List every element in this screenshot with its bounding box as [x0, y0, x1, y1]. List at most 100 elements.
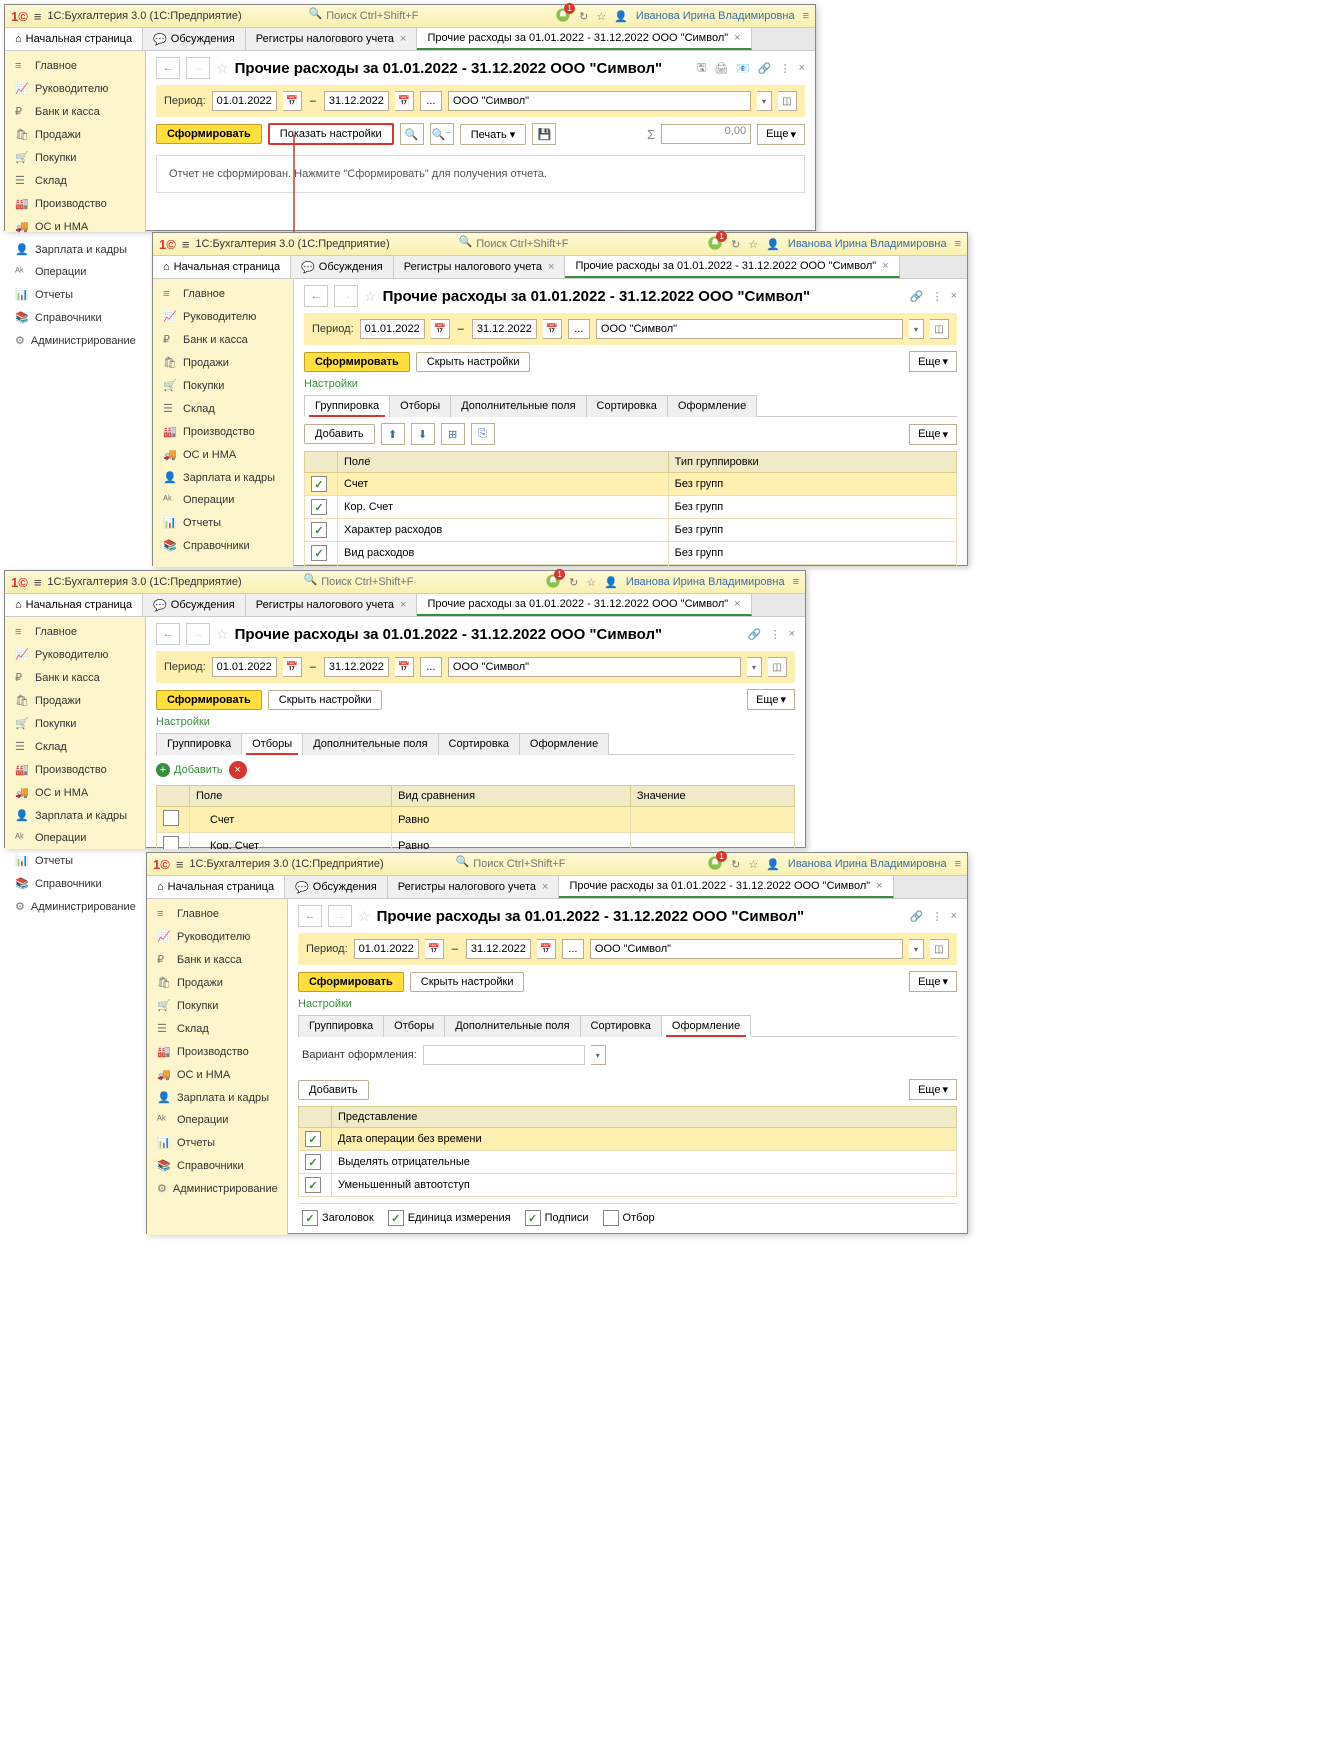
- tab-report[interactable]: Прочие расходы за 01.01.2022 - 31.12.202…: [417, 28, 751, 50]
- sidebar-item[interactable]: 👤Зарплата и кадры: [147, 1086, 287, 1109]
- sidebar-item[interactable]: 📈Руководителю: [153, 305, 293, 328]
- sidebar-item[interactable]: 🛍Продажи: [5, 689, 145, 712]
- sidebar-item[interactable]: 🏭Производство: [5, 758, 145, 781]
- sidebar-item[interactable]: ₽Банк и касса: [147, 948, 287, 971]
- window-menu-icon[interactable]: ≡: [803, 10, 809, 22]
- sidebar-item[interactable]: ≡Главное: [5, 55, 145, 77]
- tab-format[interactable]: Оформление: [667, 395, 757, 417]
- date-to[interactable]: 31.12.2022: [324, 91, 389, 111]
- find-button[interactable]: 🔍: [400, 123, 424, 145]
- sidebar-item[interactable]: ⚙Администрирование: [147, 1177, 287, 1200]
- sidebar-item[interactable]: 👤Зарплата и кадры: [5, 804, 145, 827]
- org-open-icon[interactable]: ◫: [778, 91, 797, 111]
- tab-add-fields[interactable]: Дополнительные поля: [450, 395, 586, 417]
- menu-icon[interactable]: ≡: [34, 9, 42, 24]
- sidebar-item[interactable]: ≡Главное: [153, 283, 293, 305]
- calendar-icon[interactable]: 📅: [395, 91, 414, 111]
- sidebar-item[interactable]: ᴬᵏОперации: [147, 1109, 287, 1131]
- sidebar-item[interactable]: 🚚ОС и НМА: [153, 443, 293, 466]
- copy-button[interactable]: ⎘: [471, 423, 495, 445]
- favorite-icon[interactable]: ☆: [216, 60, 229, 77]
- sidebar-item[interactable]: ₽Банк и касса: [153, 328, 293, 351]
- sidebar-item[interactable]: 📚Справочники: [5, 306, 145, 329]
- print-icon[interactable]: 🖨: [714, 62, 728, 75]
- sidebar-item[interactable]: 📊Отчеты: [5, 849, 145, 872]
- tab-filters[interactable]: Отборы: [241, 733, 303, 755]
- form-button[interactable]: Сформировать: [156, 124, 262, 144]
- sidebar-item[interactable]: 👤Зарплата и кадры: [5, 238, 145, 261]
- close-icon[interactable]: ×: [799, 62, 805, 74]
- checkbox[interactable]: ✓: [302, 1210, 318, 1226]
- sidebar-item[interactable]: ☰Склад: [5, 169, 145, 192]
- sidebar-item[interactable]: 📊Отчеты: [153, 511, 293, 534]
- search-box[interactable]: 🔍: [248, 7, 549, 25]
- sidebar-item[interactable]: 🏭Производство: [5, 192, 145, 215]
- sidebar-item[interactable]: ᴬᵏОперации: [5, 827, 145, 849]
- sidebar-item[interactable]: 🏭Производство: [153, 420, 293, 443]
- tab-grouping[interactable]: Группировка: [156, 733, 242, 755]
- calendar-icon[interactable]: 📅: [283, 91, 302, 111]
- find-clear-button[interactable]: 🔍⁻: [430, 123, 454, 145]
- sidebar-item[interactable]: 🛒Покупки: [147, 994, 287, 1017]
- period-select-button[interactable]: ...: [420, 91, 442, 111]
- tab-sort[interactable]: Сортировка: [586, 395, 668, 417]
- sidebar-item[interactable]: 🚚ОС и НМА: [5, 215, 145, 238]
- sidebar-item[interactable]: ᴬᵏОперации: [5, 261, 145, 283]
- save-file-button[interactable]: 💾: [532, 123, 556, 145]
- sidebar-item[interactable]: 📈Руководителю: [147, 925, 287, 948]
- sidebar-item[interactable]: 📈Руководителю: [5, 643, 145, 666]
- link-icon[interactable]: 🔗: [758, 62, 772, 75]
- checkbox[interactable]: ✓: [311, 476, 327, 492]
- form-button[interactable]: Сформировать: [304, 352, 410, 372]
- tab-format[interactable]: Оформление: [661, 1015, 751, 1037]
- sidebar-item[interactable]: 📚Справочники: [153, 534, 293, 557]
- link-icon[interactable]: 🔗: [910, 290, 924, 303]
- tab-discuss[interactable]: 💬Обсуждения: [143, 28, 246, 50]
- bell-icon[interactable]: 1: [707, 235, 723, 254]
- sidebar-item[interactable]: 🛒Покупки: [5, 146, 145, 169]
- move-up-button[interactable]: ⬆: [381, 423, 405, 445]
- sidebar-item[interactable]: 🛍Продажи: [153, 351, 293, 374]
- sidebar-item[interactable]: ≡Главное: [5, 621, 145, 643]
- tab-registers[interactable]: Регистры налогового учета×: [246, 28, 418, 50]
- sidebar-item[interactable]: 🛒Покупки: [153, 374, 293, 397]
- print-button[interactable]: Печать ▾: [460, 124, 527, 145]
- variant-select[interactable]: [423, 1045, 585, 1065]
- sidebar-item[interactable]: ☰Склад: [5, 735, 145, 758]
- sidebar-item[interactable]: ₽Банк и касса: [5, 100, 145, 123]
- org-field[interactable]: ООО "Символ": [448, 91, 751, 111]
- menu-icon[interactable]: ≡: [182, 237, 190, 252]
- close-icon[interactable]: ×: [734, 32, 740, 44]
- close-icon[interactable]: ×: [400, 33, 406, 45]
- user-icon[interactable]: 👤: [614, 10, 628, 23]
- search-input[interactable]: [324, 7, 488, 25]
- sidebar-item[interactable]: 🛒Покупки: [5, 712, 145, 735]
- add-button[interactable]: Добавить: [298, 1080, 369, 1100]
- sidebar-item[interactable]: 📊Отчеты: [147, 1131, 287, 1154]
- sidebar-item[interactable]: 📊Отчеты: [5, 283, 145, 306]
- star-icon[interactable]: ☆: [596, 10, 606, 23]
- sidebar-item[interactable]: 📚Справочники: [147, 1154, 287, 1177]
- nav-back-button[interactable]: ←: [156, 57, 180, 79]
- sidebar-item[interactable]: ☰Склад: [153, 397, 293, 420]
- sidebar-item[interactable]: 📈Руководителю: [5, 77, 145, 100]
- sidebar-item[interactable]: 📚Справочники: [5, 872, 145, 895]
- send-icon[interactable]: 📧: [736, 62, 750, 75]
- user-name[interactable]: Иванова Ирина Владимировна: [636, 10, 795, 22]
- add-button[interactable]: Добавить: [304, 424, 375, 444]
- show-settings-button[interactable]: Показать настройки: [268, 123, 394, 145]
- more-icon[interactable]: ⋮: [780, 62, 791, 75]
- sidebar-item[interactable]: 🚚ОС и НМА: [147, 1063, 287, 1086]
- sidebar-item[interactable]: 👤Зарплата и кадры: [153, 466, 293, 489]
- date-from[interactable]: 01.01.2022: [212, 91, 277, 111]
- sidebar-item[interactable]: 🚚ОС и НМА: [5, 781, 145, 804]
- history-icon[interactable]: ↻: [579, 10, 588, 23]
- add-button[interactable]: +Добавить: [156, 763, 223, 777]
- more-button[interactable]: Еще ▾: [909, 424, 957, 445]
- tab-home[interactable]: ⌂Начальная страница: [5, 28, 143, 50]
- bell-icon[interactable]: 1: [555, 7, 571, 26]
- more-button[interactable]: Еще ▾: [909, 351, 957, 372]
- move-down-button[interactable]: ⬇: [411, 423, 435, 445]
- sidebar-item[interactable]: ᴬᵏОперации: [153, 489, 293, 511]
- sidebar-item[interactable]: 🏭Производство: [147, 1040, 287, 1063]
